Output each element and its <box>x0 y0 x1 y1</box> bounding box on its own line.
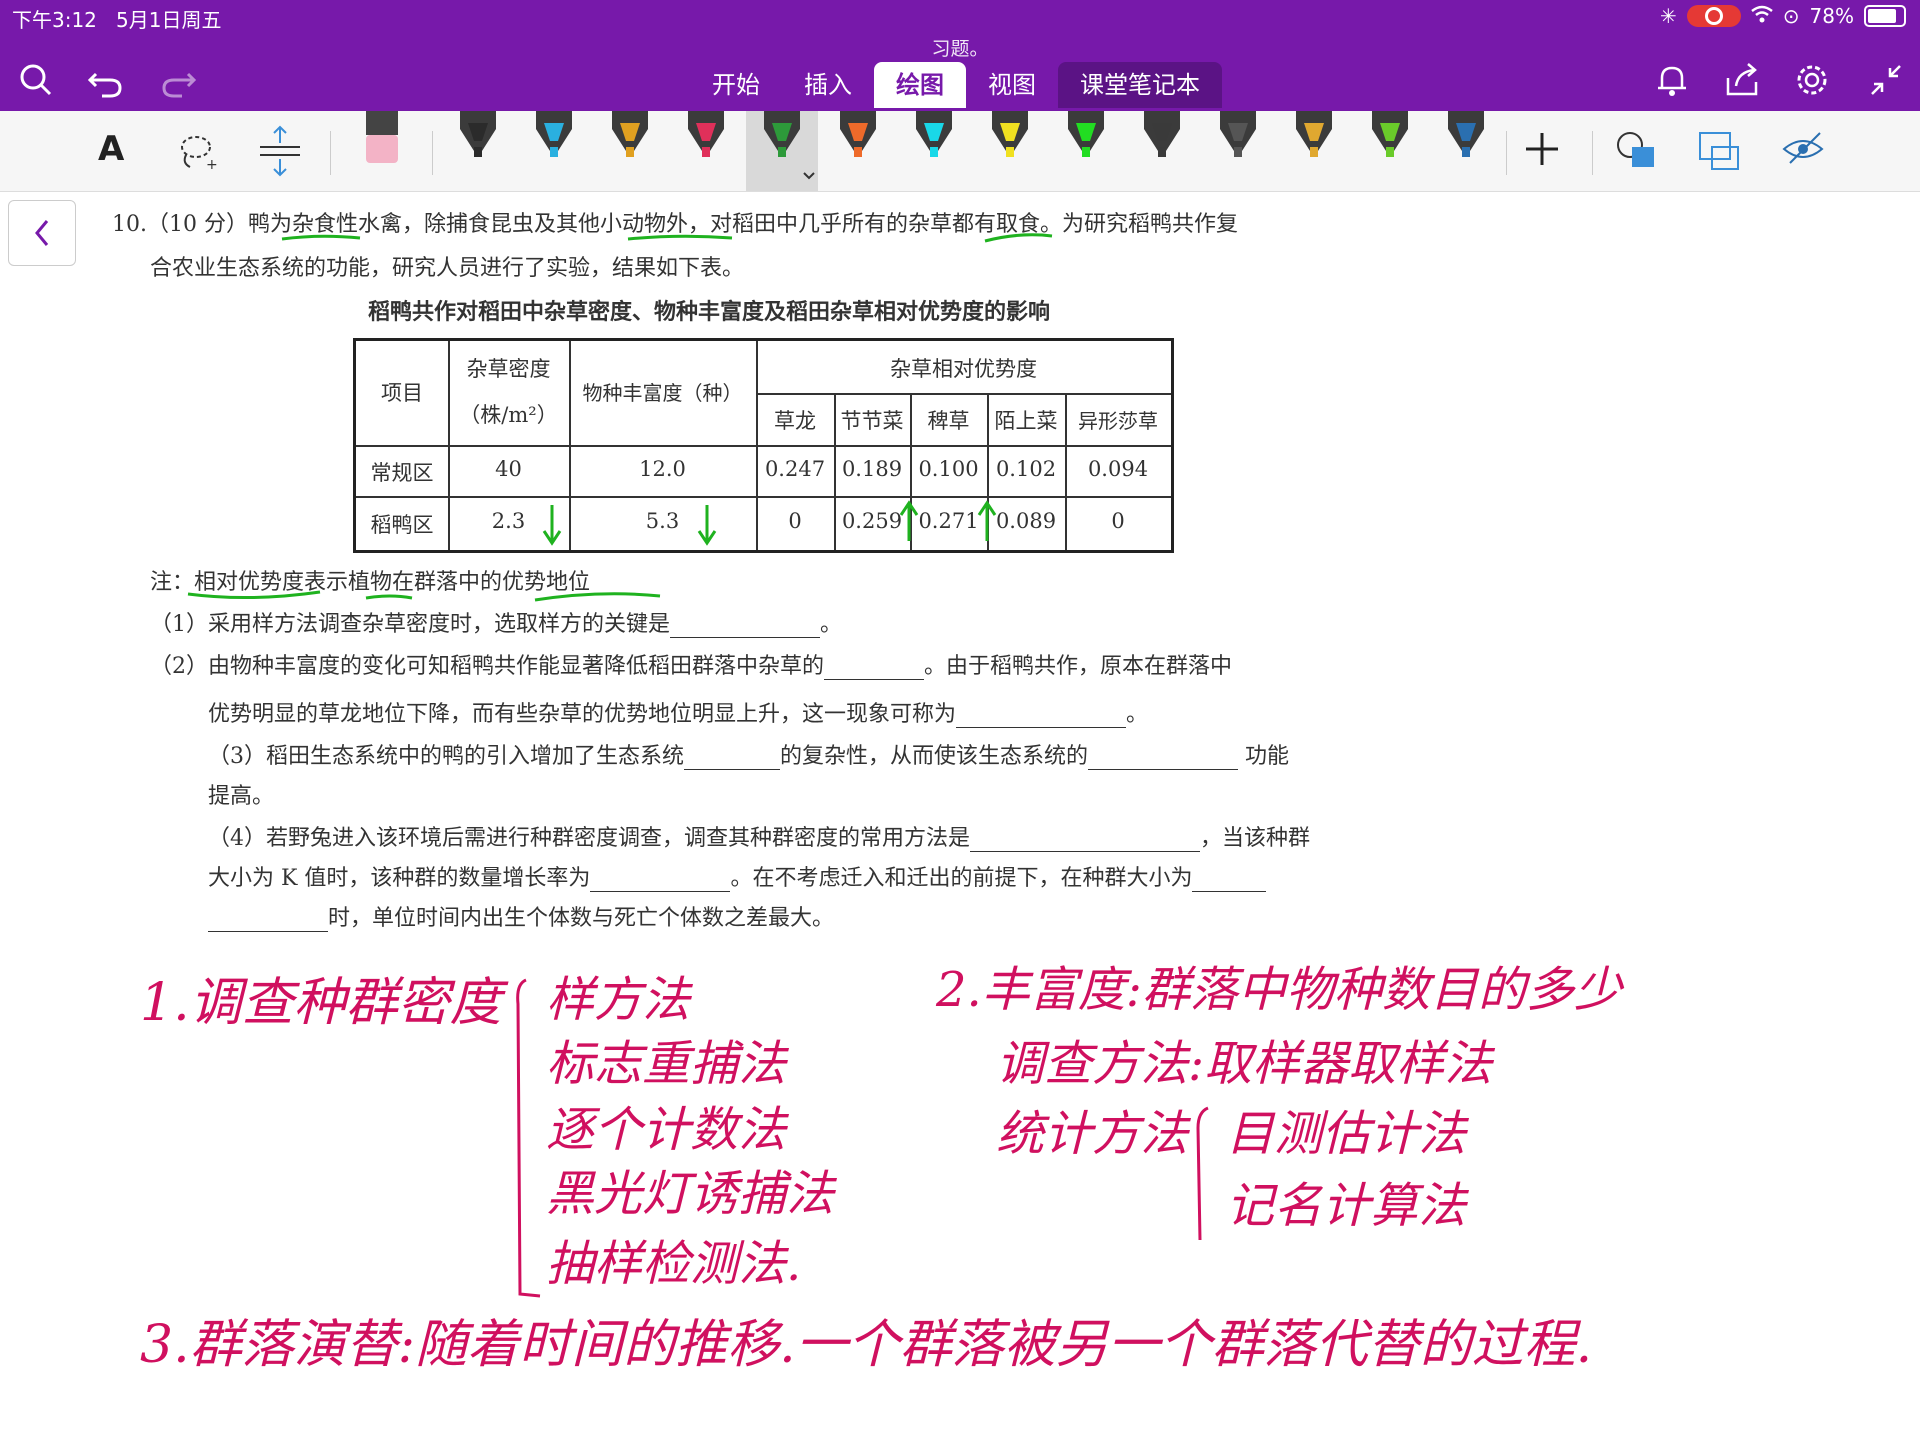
tab-home[interactable]: 开始 <box>690 62 782 108</box>
toolbar-divider <box>330 131 331 175</box>
answer-blank <box>970 831 1200 852</box>
status-indicators: ✳ ⊙ 78% <box>1660 4 1906 28</box>
pen-tool[interactable] <box>1444 111 1488 183</box>
question-3d: 提高。 <box>208 784 275 809</box>
gear-icon[interactable] <box>1792 60 1832 100</box>
brightness-icon: ✳ <box>1660 4 1677 28</box>
pen-tool[interactable] <box>912 111 956 183</box>
answer-blank <box>684 749 780 770</box>
bell-icon[interactable] <box>1652 60 1692 100</box>
search-icon[interactable] <box>16 60 56 100</box>
tab-view[interactable]: 视图 <box>966 62 1058 108</box>
undo-icon[interactable] <box>86 60 126 100</box>
question-4c-text: 大小为 K 值时，该种群的数量增长率为 <box>208 866 591 891</box>
question-4c: 大小为 K 值时，该种群的数量增长率为 。在不考虑迁入和迁出的前提下，在种群大小为 <box>208 860 1267 892</box>
question-2c-text: 优势明显的草龙地位下降，而有些杂草的优势地位明显上升，这一现象可称为 <box>208 702 957 727</box>
question-2a: （2）由物种丰富度的变化可知稻鸭共作能显著降低稻田群落中杂草的 。由于稻鸭共作，原… <box>150 648 1232 680</box>
question-2-end: 。 <box>1126 702 1149 727</box>
note-2-item: 目测估计法 <box>1226 1106 1467 1162</box>
ribbon-tabs: 开始 插入 绘图 视图 课堂笔记本 <box>690 62 1222 108</box>
redo-icon[interactable] <box>158 60 198 100</box>
share-icon[interactable] <box>1722 60 1762 100</box>
note-2-item: 记名计算法 <box>1226 1178 1467 1234</box>
draw-toolbar: A + <box>0 111 1920 192</box>
question-3b-text: 的复杂性，从而使该生态系统的 <box>780 744 1089 769</box>
toolbar-divider <box>1506 131 1507 175</box>
pen-tool[interactable] <box>1292 111 1336 183</box>
question-2b-text: 。由于稻鸭共作，原本在群落中 <box>924 654 1233 679</box>
pen-tool[interactable] <box>532 111 576 183</box>
answer-blank <box>590 871 731 892</box>
note-1-item: 黑光灯诱捕法 <box>546 1166 835 1222</box>
orientation-lock-icon: ⊙ <box>1782 4 1800 28</box>
note-2-title: 2.丰富度:群落中物种数目的多少 <box>936 962 1622 1018</box>
note-2-brace <box>1196 1106 1209 1241</box>
question-3c-text: 功能 <box>1245 744 1290 769</box>
document-title: 习题。 <box>931 38 989 60</box>
question-3a-text: （3）稻田生态系统中的鸭的引入增加了生态系统 <box>208 744 684 769</box>
table-note: 注：相对优势度表示植物在群落中的优势地位 <box>150 570 591 595</box>
note-page[interactable]: 10.（10 分）鸭为杂食性水禽，除捕食昆虫及其他小动物外，对稻田中几乎所有的杂… <box>0 192 1920 1440</box>
note-1-title: 1.调查种群密度 <box>140 973 502 1033</box>
pen-tool[interactable] <box>1216 111 1260 183</box>
note-1-item: 抽样检测法. <box>546 1236 802 1292</box>
question-4b-text: ，当该种群 <box>1200 826 1311 851</box>
ink-arrows <box>542 500 997 546</box>
question-1-text: （1）采用样方法调查杂草密度时，选取样方的关键是 <box>150 612 670 637</box>
wifi-icon <box>1751 4 1773 28</box>
tab-insert[interactable]: 插入 <box>782 62 874 108</box>
question-2a-text: （2）由物种丰富度的变化可知稻鸭共作能显著降低稻田群落中杂草的 <box>150 654 824 679</box>
question-3: （3）稻田生态系统中的鸭的引入增加了生态系统 的复杂性，从而使该生态系统的 功能 <box>208 738 1289 770</box>
data-table: 项目 杂草密度 （株/m²） 物种丰富度（种） 杂草相对优势度 草龙 节节菜 稗… <box>353 338 1174 553</box>
pen-tool[interactable] <box>746 111 818 191</box>
answer-blank <box>824 659 924 680</box>
question-4a: （4）若野兔进入该环境后需进行种群密度调查，调查其种群密度的常用方法是 ，当该种群 <box>208 820 1310 852</box>
status-clock: 下午3:12 <box>12 8 97 32</box>
toolbar-divider <box>432 131 433 175</box>
question-4d-text: 。在不考虑迁入和迁出的前提下，在种群大小为 <box>730 866 1193 891</box>
collapse-icon[interactable] <box>1866 60 1906 100</box>
svg-text:+: + <box>206 157 218 173</box>
answer-blank <box>956 707 1127 728</box>
question-2c: 优势明显的草龙地位下降，而有些杂草的优势地位明显上升，这一现象可称为 。 <box>208 696 1148 728</box>
note-1-item: 样方法 <box>546 972 691 1028</box>
note-3: 3.群落演替:随着时间的推移.一个群落被另一个群落代替的过程. <box>140 1315 1593 1375</box>
question-4e: 时，单位时间内出生个体数与死亡个体数之差最大。 <box>208 900 834 932</box>
eraser-icon[interactable] <box>362 111 402 191</box>
note-2-method: 调查方法:取样器取样法 <box>996 1036 1493 1092</box>
pen-tool[interactable] <box>1064 111 1108 183</box>
note-1-item: 标志重捕法 <box>546 1036 787 1092</box>
pen-tool[interactable] <box>608 111 652 183</box>
question-1: （1）采用样方法调查杂草密度时，选取样方的关键是 。 <box>150 606 842 638</box>
table-title: 稻鸭共作对稻田中杂草密度、物种丰富度及稻田杂草相对优势度的影响 <box>368 299 1051 325</box>
battery-percent: 78% <box>1809 4 1854 28</box>
battery-icon <box>1864 5 1906 27</box>
tab-draw[interactable]: 绘图 <box>874 62 966 108</box>
pen-tool[interactable] <box>988 111 1032 183</box>
pen-tool[interactable] <box>836 111 880 183</box>
note-1-item: 逐个计数法 <box>546 1102 787 1158</box>
pen-tool[interactable] <box>1140 111 1184 183</box>
pen-tool[interactable] <box>456 111 500 183</box>
question-line-2: 合农业生态系统的功能，研究人员进行了实验，结果如下表。 <box>150 256 745 281</box>
screen-record-icon[interactable] <box>1686 5 1741 27</box>
status-time: 下午3:12 5月1日周五 <box>12 4 221 33</box>
note-1-brace <box>516 978 541 1298</box>
note-2-stat: 统计方法 <box>996 1106 1189 1162</box>
status-date: 5月1日周五 <box>116 8 222 32</box>
question-4a-text: （4）若野兔进入该环境后需进行种群密度调查，调查其种群密度的常用方法是 <box>208 826 970 851</box>
pen-tool[interactable] <box>684 111 728 183</box>
answer-blank <box>1192 871 1267 892</box>
pen-tool[interactable] <box>1368 111 1412 183</box>
app-header: 下午3:12 5月1日周五 ✳ ⊙ 78% 习题。 开始 插入 绘图 视图 课堂… <box>0 0 1920 111</box>
toolbar-divider <box>1592 131 1593 175</box>
question-line-1: 10.（10 分）鸭为杂食性水禽，除捕食昆虫及其他小动物外，对稻田中几乎所有的杂… <box>112 212 1238 237</box>
tab-class-notebook[interactable]: 课堂笔记本 <box>1058 62 1222 108</box>
question-1-end: 。 <box>820 612 843 637</box>
answer-blank <box>670 617 820 638</box>
answer-blank <box>1088 749 1239 770</box>
question-4e-text: 时，单位时间内出生个体数与死亡个体数之差最大。 <box>328 906 835 931</box>
answer-blank <box>208 911 328 932</box>
